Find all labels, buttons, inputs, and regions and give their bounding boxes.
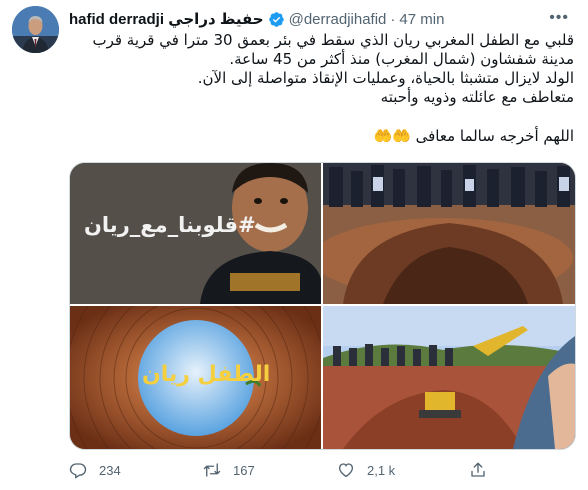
more-dots-icon[interactable]: •••: [549, 9, 569, 27]
tweet-text-line: متعاطف مع عائلته وذويه وأحبته: [380, 88, 574, 106]
tweet-header: hafid derradji حفيظ دراجي @derradjihafid…: [69, 9, 579, 29]
reply-icon: [69, 463, 87, 479]
media-grid: #قلوبنا_مع_ريان الطفل ريان: [69, 162, 576, 450]
like-count: 2,1 k: [367, 462, 396, 478]
timestamp[interactable]: 47 min: [399, 11, 444, 28]
tweet-text-line: الولد لايزال متشبثا بالحياة، وعمليات الإ…: [197, 69, 574, 87]
photo-bulldozer-scene[interactable]: [323, 306, 575, 449]
verified-badge-icon: [268, 11, 285, 28]
tweet-actions: 234 167 2,1 k: [69, 458, 574, 482]
tweet-text: قلبي مع الطفل المغربي ريان الذي سقط في ب…: [69, 31, 574, 146]
photo-bulldozer-image: [323, 306, 575, 449]
hashtag-overlay-text: #قلوبنا_مع_ريان: [84, 213, 256, 237]
display-name[interactable]: hafid derradji حفيظ دراجي: [69, 10, 264, 28]
reply-button[interactable]: 234: [69, 461, 121, 479]
retweet-count: 167: [233, 462, 255, 478]
reply-count: 234: [99, 462, 121, 478]
avatar-image: [12, 6, 59, 53]
user-handle[interactable]: @derradjihafid: [289, 11, 387, 28]
tweet-prayer-line: اللهم أخرجه سالما معافى 🤲🤲: [373, 127, 574, 145]
photo-crowd-image: [323, 163, 575, 304]
share-button[interactable]: [469, 461, 487, 479]
photo-well-view[interactable]: الطفل ريان: [70, 306, 321, 449]
photo-boy-hashtag[interactable]: #قلوبنا_مع_ريان: [70, 163, 321, 304]
photo-rescue-crowd[interactable]: [323, 163, 575, 304]
separator-dot: ·: [390, 10, 396, 28]
like-button[interactable]: 2,1 k: [337, 461, 395, 479]
well-overlay-text: الطفل ريان: [142, 362, 271, 387]
heart-icon: [338, 463, 354, 478]
share-icon: [471, 462, 485, 477]
retweet-icon: [203, 463, 221, 477]
retweet-button[interactable]: 167: [203, 461, 255, 479]
avatar[interactable]: [12, 6, 59, 53]
tweet-text-line: قلبي مع الطفل المغربي ريان الذي سقط في ب…: [92, 31, 574, 68]
